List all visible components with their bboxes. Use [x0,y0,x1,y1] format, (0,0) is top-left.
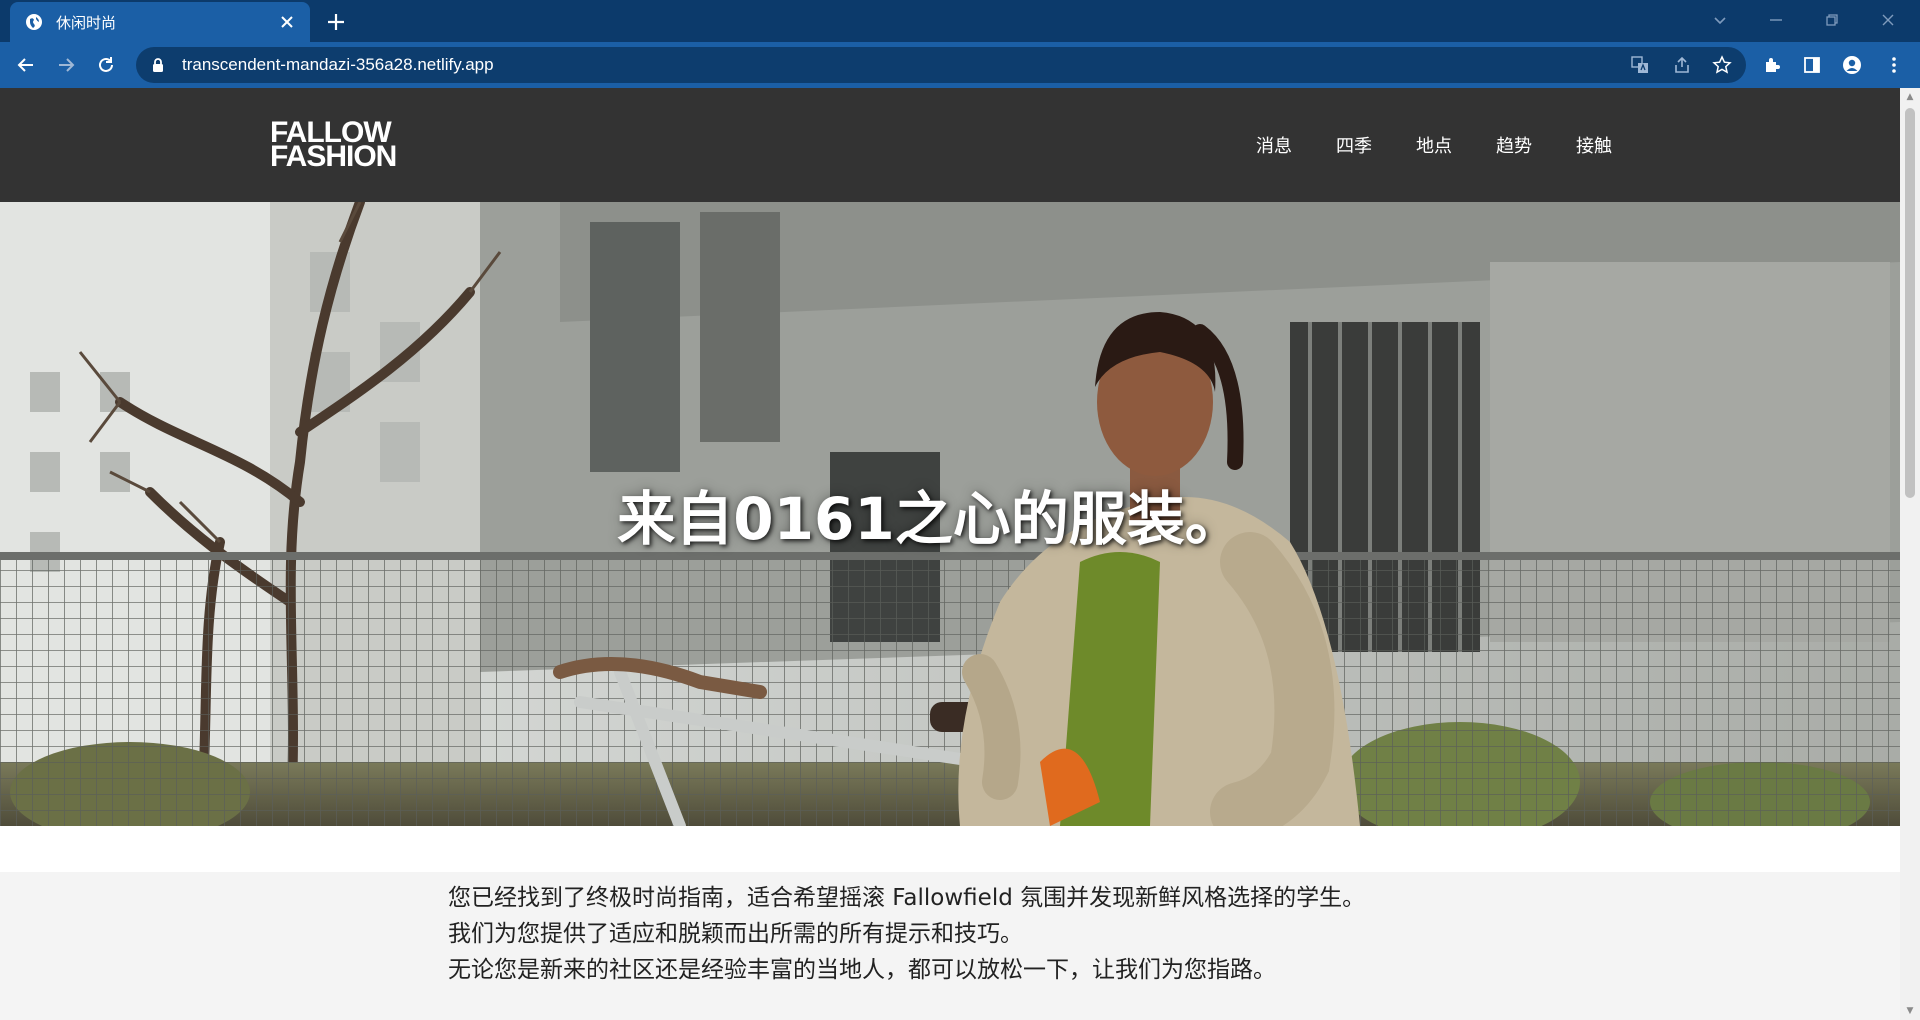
browser-tab[interactable]: 休闲时尚 [10,2,310,42]
section-spacer [0,826,1900,872]
translate-icon[interactable] [1626,51,1654,79]
url-text[interactable]: transcendent-mandazi-356a28.netlify.app [182,55,494,75]
intro-section: 您已经找到了终极时尚指南，适合希望摇滚 Fallowfield 氛围并发现新鲜风… [0,872,1900,1020]
back-button[interactable] [10,49,42,81]
menu-kebab-icon[interactable] [1880,51,1908,79]
restore-button[interactable] [1804,0,1860,40]
page-viewport: FALLOW FASHION 消息 四季 地点 趋势 接触 来自0161之心的服… [0,88,1900,1020]
bookmark-star-icon[interactable] [1708,51,1736,79]
nav-link-contact[interactable]: 接触 [1576,132,1612,158]
nav-link-trends[interactable]: 趋势 [1496,132,1532,158]
side-panel-icon[interactable] [1798,51,1826,79]
lock-icon[interactable] [150,57,166,73]
new-tab-button[interactable] [322,8,350,36]
share-icon[interactable] [1668,51,1696,79]
nav-link-places[interactable]: 地点 [1416,132,1452,158]
nav-link-seasons[interactable]: 四季 [1336,132,1372,158]
profile-avatar-icon[interactable] [1838,51,1866,79]
main-nav: 消息 四季 地点 趋势 接触 [1212,88,1612,202]
site-logo[interactable]: FALLOW FASHION [270,118,397,173]
extensions-icon[interactable] [1758,51,1786,79]
browser-tabstrip: 休闲时尚 [0,0,1920,42]
reload-icon [99,57,113,72]
scroll-up-arrow-icon[interactable]: ▲ [1900,88,1920,106]
site-header: FALLOW FASHION 消息 四季 地点 趋势 接触 [0,88,1900,202]
globe-icon [24,12,44,32]
address-bar[interactable]: transcendent-mandazi-356a28.netlify.app [136,47,1746,83]
hero-title: 来自0161之心的服装。 [617,485,1243,553]
arrow-left-icon [17,58,33,72]
reload-button[interactable] [90,49,122,81]
hero-banner: 来自0161之心的服装。 [0,202,1900,826]
intro-line-2: 我们为您提供了适应和脱颖而出所需的所有提示和技巧。 [448,921,1023,947]
scrollbar-thumb[interactable] [1905,108,1915,498]
scroll-down-arrow-icon[interactable]: ▼ [1900,1002,1920,1020]
close-window-button[interactable] [1860,0,1916,40]
logo-line-2: FASHION [270,140,397,173]
minimize-button[interactable] [1748,0,1804,40]
close-tab-icon[interactable] [276,11,298,33]
forward-button[interactable] [50,49,82,81]
page-scrollbar[interactable]: ▲ ▼ [1900,88,1920,1020]
tab-search-icon[interactable] [1692,0,1748,40]
tab-title: 休闲时尚 [56,13,117,32]
arrow-right-icon [59,58,75,72]
intro-line-3: 无论您是新来的社区还是经验丰富的当地人，都可以放松一下，让我们为您指路。 [448,957,1276,983]
intro-line-1: 您已经找到了终极时尚指南，适合希望摇滚 Fallowfield 氛围并发现新鲜风… [448,885,1366,911]
browser-toolbar: transcendent-mandazi-356a28.netlify.app [0,42,1920,88]
nav-link-news[interactable]: 消息 [1256,132,1292,158]
